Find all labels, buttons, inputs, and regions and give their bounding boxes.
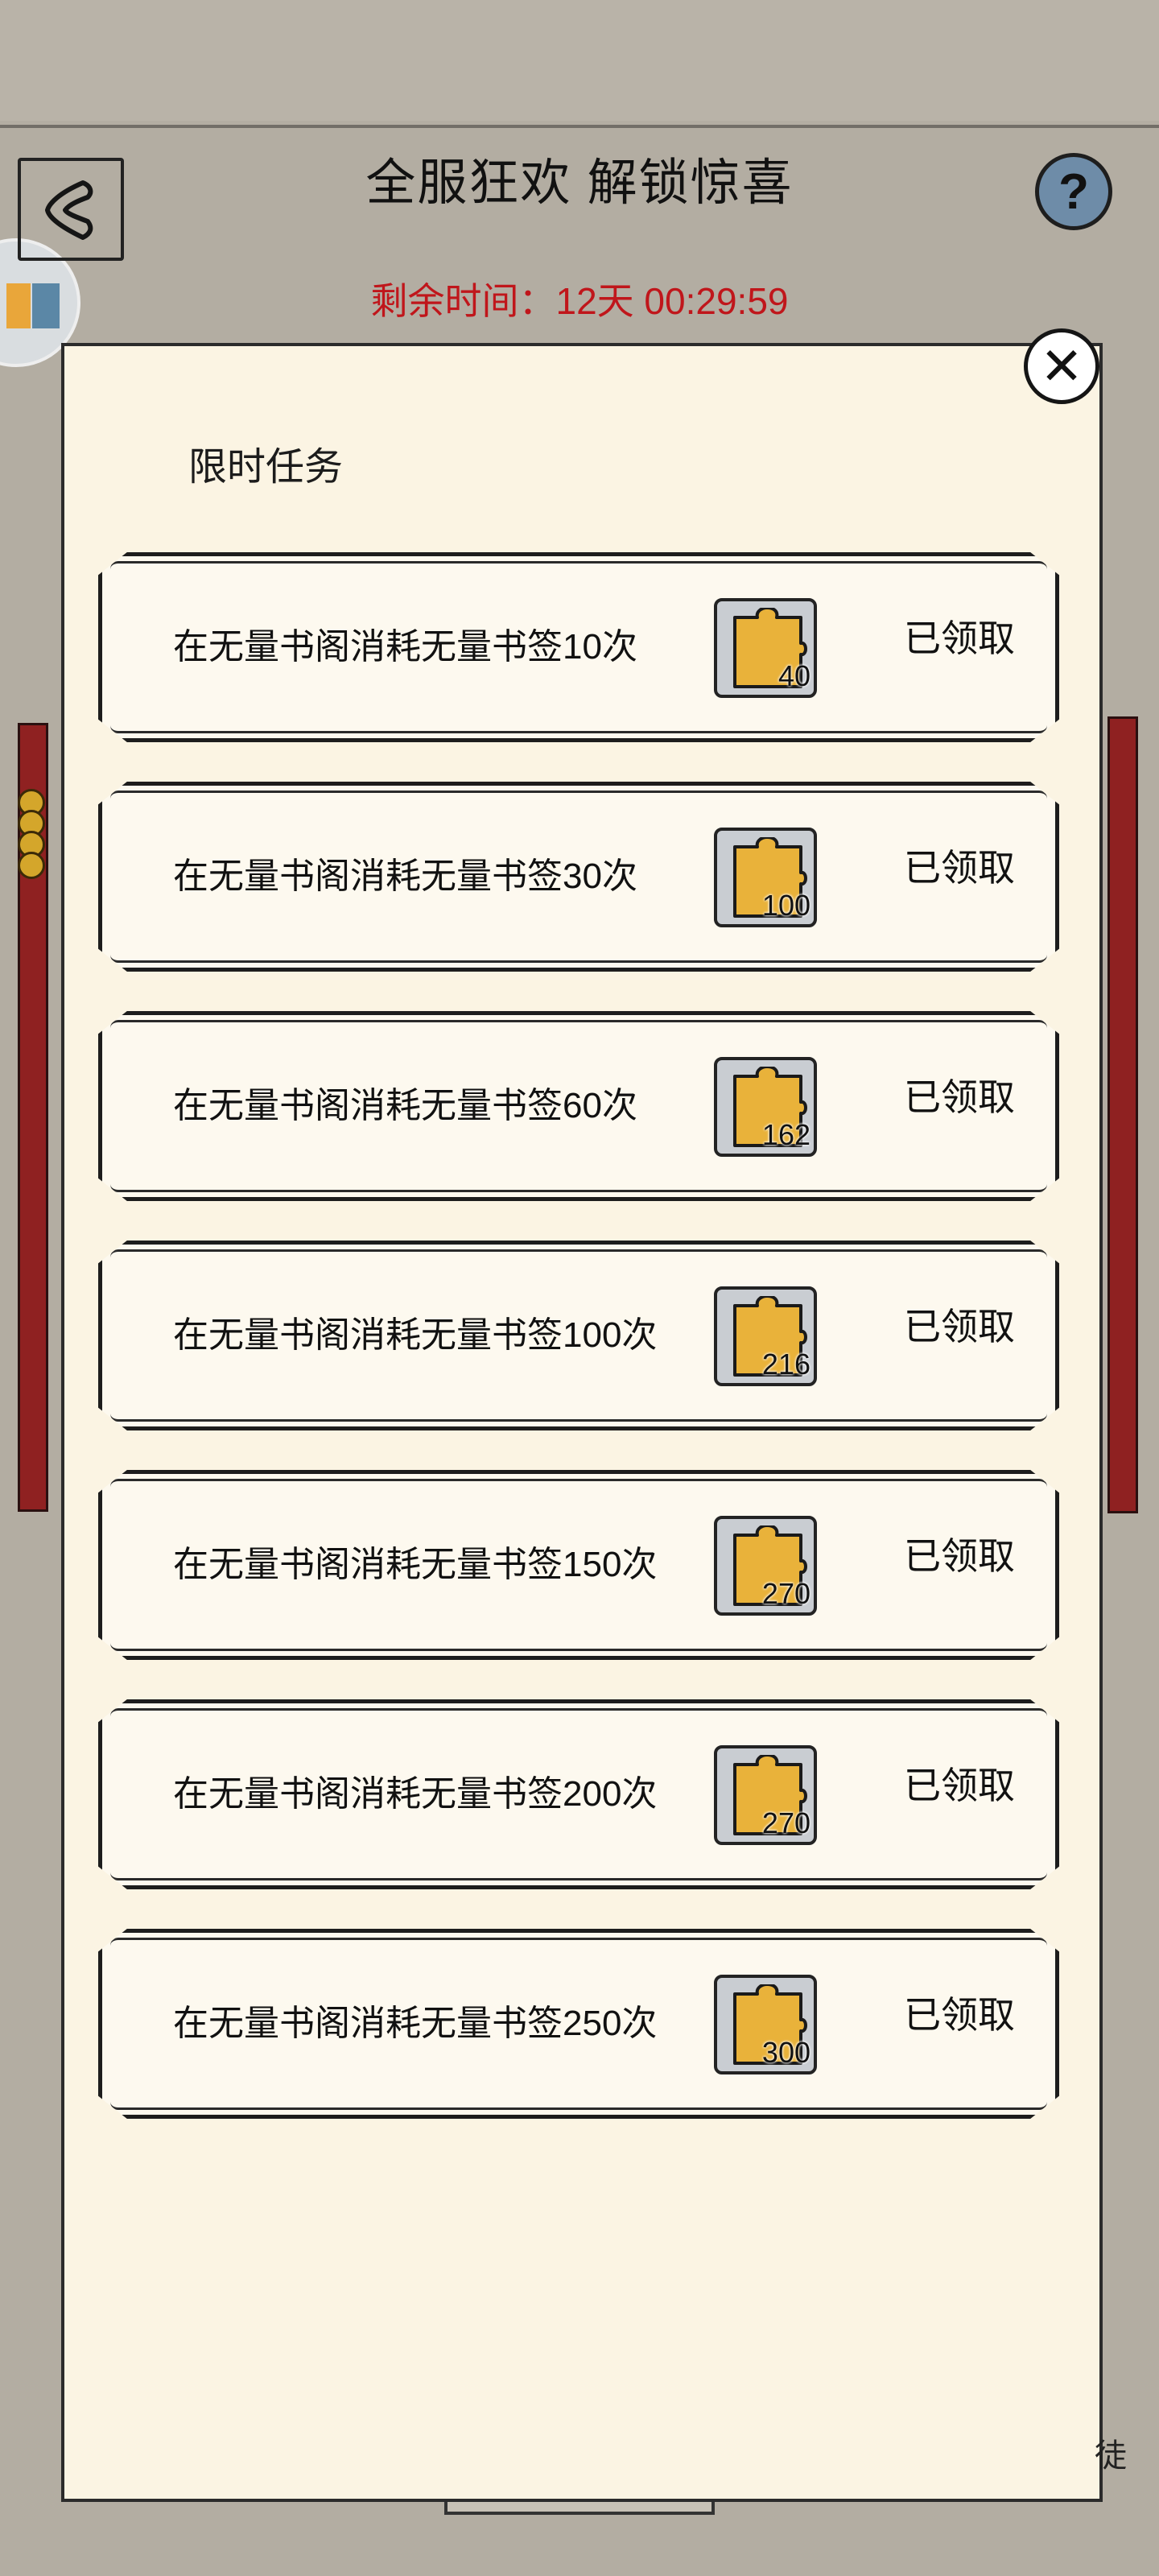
claimed-status: 已领取 [904,1306,1015,1348]
task-card: 在无量书阁消耗无量书签250次 300 已领取 [98,1929,1059,2119]
top-strip [0,0,1159,128]
task-description: 在无量书阁消耗无量书签100次 [173,1315,658,1355]
claimed-status: 已领取 [904,1765,1015,1806]
reward-count: 270 [761,1577,810,1610]
page-title: 全服狂欢 解锁惊喜 [365,155,794,211]
task-description: 在无量书阁消耗无量书签10次 [173,627,637,667]
reward-count: 162 [761,1118,810,1151]
claimed-status: 已领取 [904,1076,1015,1118]
scroll-decoration-right [1107,716,1138,1513]
close-button[interactable]: ✕ [1024,328,1099,404]
task-card: 在无量书阁消耗无量书签100次 216 已领取 [98,1241,1059,1430]
coin-stack-icon [18,789,45,879]
reward-count: 300 [761,2036,810,2069]
bottom-tab [444,2502,715,2515]
task-description: 在无量书阁消耗无量书签60次 [173,1086,637,1125]
claimed-status: 已领取 [904,847,1015,889]
claimed-status: 已领取 [904,1994,1015,2036]
task-card: 在无量书阁消耗无量书签150次 270 已领取 [98,1470,1059,1660]
reward-item[interactable]: 270 [714,1745,817,1845]
help-button[interactable]: ? [1035,153,1112,230]
reward-count: 216 [761,1348,810,1381]
task-card: 在无量书阁消耗无量书签30次 100 已领取 [98,782,1059,972]
help-icon: ? [1058,163,1089,220]
task-card: 在无量书阁消耗无量书签200次 270 已领取 [98,1699,1059,1889]
task-description: 在无量书阁消耗无量书签150次 [173,1545,658,1584]
section-title: 限时任务 [188,446,344,489]
task-card: 在无量书阁消耗无量书签10次 40 已领取 [98,552,1059,742]
reward-count: 40 [777,659,810,692]
claimed-status: 已领取 [904,1535,1015,1577]
task-card: 在无量书阁消耗无量书签60次 162 已领取 [98,1011,1059,1201]
task-description: 在无量书阁消耗无量书签200次 [173,1774,658,1814]
reward-item[interactable]: 270 [714,1516,817,1616]
reward-item[interactable]: 40 [714,598,817,698]
background-text: 徒 [1095,2438,1127,2474]
reward-item[interactable]: 162 [714,1057,817,1157]
reward-item[interactable]: 216 [714,1286,817,1386]
countdown-timer: 剩余时间：12天 00:29:59 [370,280,789,322]
reward-item[interactable]: 100 [714,828,817,927]
close-icon: ✕ [1040,336,1083,395]
reward-count: 270 [761,1806,810,1839]
reward-item[interactable]: 300 [714,1975,817,2074]
reward-count: 100 [761,889,810,922]
task-description: 在无量书阁消耗无量书签30次 [173,857,637,896]
task-description: 在无量书阁消耗无量书签250次 [173,2004,658,2043]
claimed-status: 已领取 [904,617,1015,659]
